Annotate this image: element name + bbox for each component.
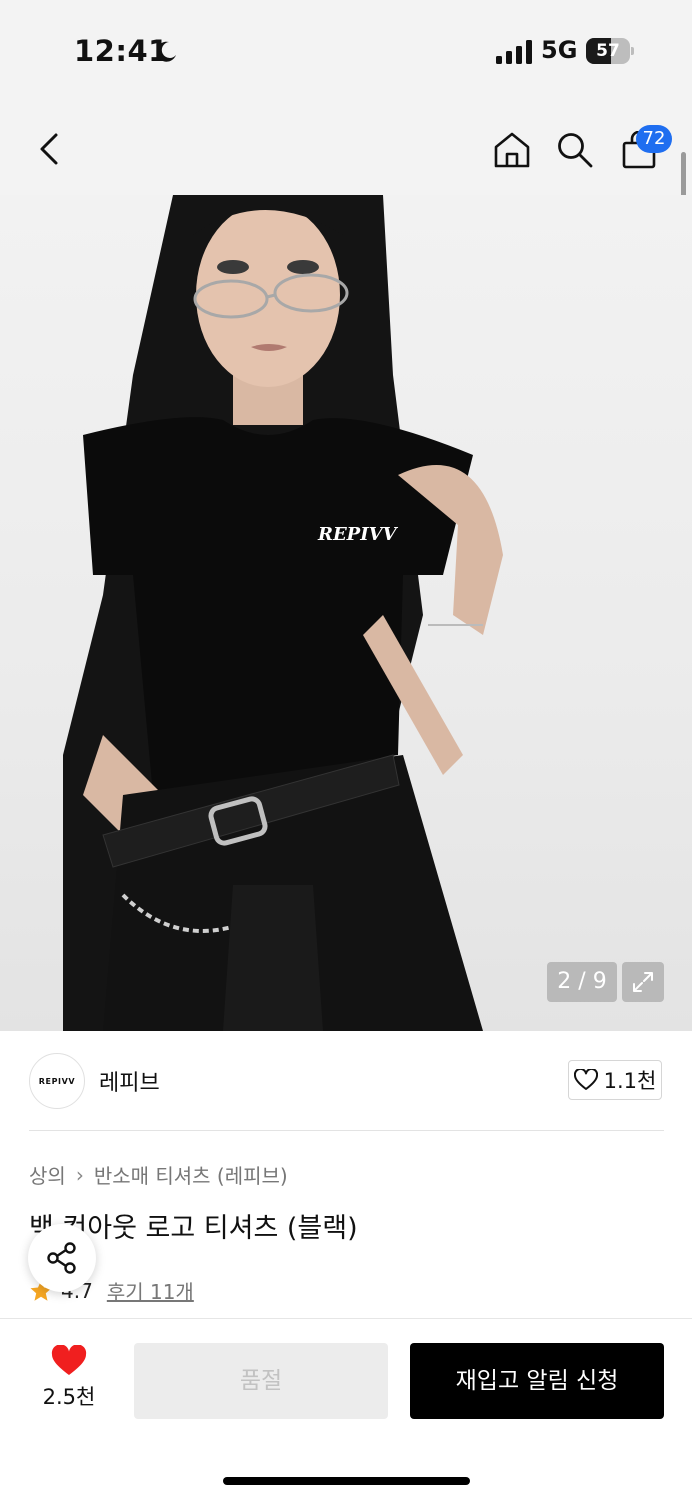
product-like-button[interactable]: 2.5천 <box>24 1345 114 1411</box>
moon-icon <box>156 41 176 62</box>
share-icon <box>47 1242 76 1274</box>
brand-like-count: 1.1천 <box>603 1069 657 1093</box>
brand-name[interactable]: 레피브 <box>99 1065 160 1097</box>
cart-count-badge: 72 <box>636 125 672 153</box>
restock-alert-button[interactable]: 재입고 알림 신청 <box>410 1343 664 1419</box>
breadcrumb: 상의 › 반소매 티셔츠 (레피브) <box>29 1160 288 1189</box>
breadcrumb-item-category[interactable]: 반소매 티셔츠 (레피브) <box>94 1160 288 1189</box>
brand-like-button[interactable]: 1.1천 <box>568 1060 662 1100</box>
share-button[interactable] <box>28 1224 96 1292</box>
heart-outline-icon <box>573 1069 598 1090</box>
chevron-right-icon: › <box>75 1162 84 1187</box>
expand-icon <box>633 972 653 992</box>
brand-row: REPIVV 레피브 1.1천 <box>0 1031 692 1131</box>
back-button[interactable] <box>24 124 74 174</box>
heart-filled-icon <box>51 1345 87 1375</box>
product-detail-screen: 12:41 5G 57 72 REPIVV 2 / 9 REPIVV 레피브 1… <box>0 0 692 1500</box>
battery-level: 57 <box>596 41 620 61</box>
search-icon <box>558 133 593 168</box>
bottom-action-bar: 2.5천 품절 재입고 알림 신청 <box>0 1318 692 1500</box>
home-indicator <box>223 1477 470 1485</box>
brand-logo-text: REPIVV <box>38 1076 76 1086</box>
home-button[interactable] <box>487 125 537 175</box>
breadcrumb-item-top[interactable]: 상의 <box>29 1160 66 1189</box>
status-bar: 12:41 5G 57 <box>0 0 692 100</box>
divider <box>29 1130 664 1131</box>
review-count-link[interactable]: 후기 11개 <box>107 1276 194 1305</box>
expand-image-button[interactable] <box>622 962 664 1002</box>
network-label: 5G <box>541 36 578 64</box>
signal-icon <box>496 40 532 64</box>
product-photo: REPIVV <box>63 195 503 1031</box>
top-nav <box>0 100 692 195</box>
battery-indicator: 57 <box>586 38 634 64</box>
product-image-gallery[interactable]: REPIVV 2 / 9 <box>0 195 692 1031</box>
product-like-count: 2.5천 <box>42 1385 96 1409</box>
soldout-button: 품절 <box>134 1343 388 1419</box>
home-icon <box>494 132 530 168</box>
brand-logo[interactable]: REPIVV <box>29 1053 85 1109</box>
chevron-left-icon <box>40 133 58 165</box>
shirt-print-text: REPIVV <box>317 524 399 545</box>
search-button[interactable] <box>550 125 600 175</box>
image-counter: 2 / 9 <box>547 962 617 1002</box>
